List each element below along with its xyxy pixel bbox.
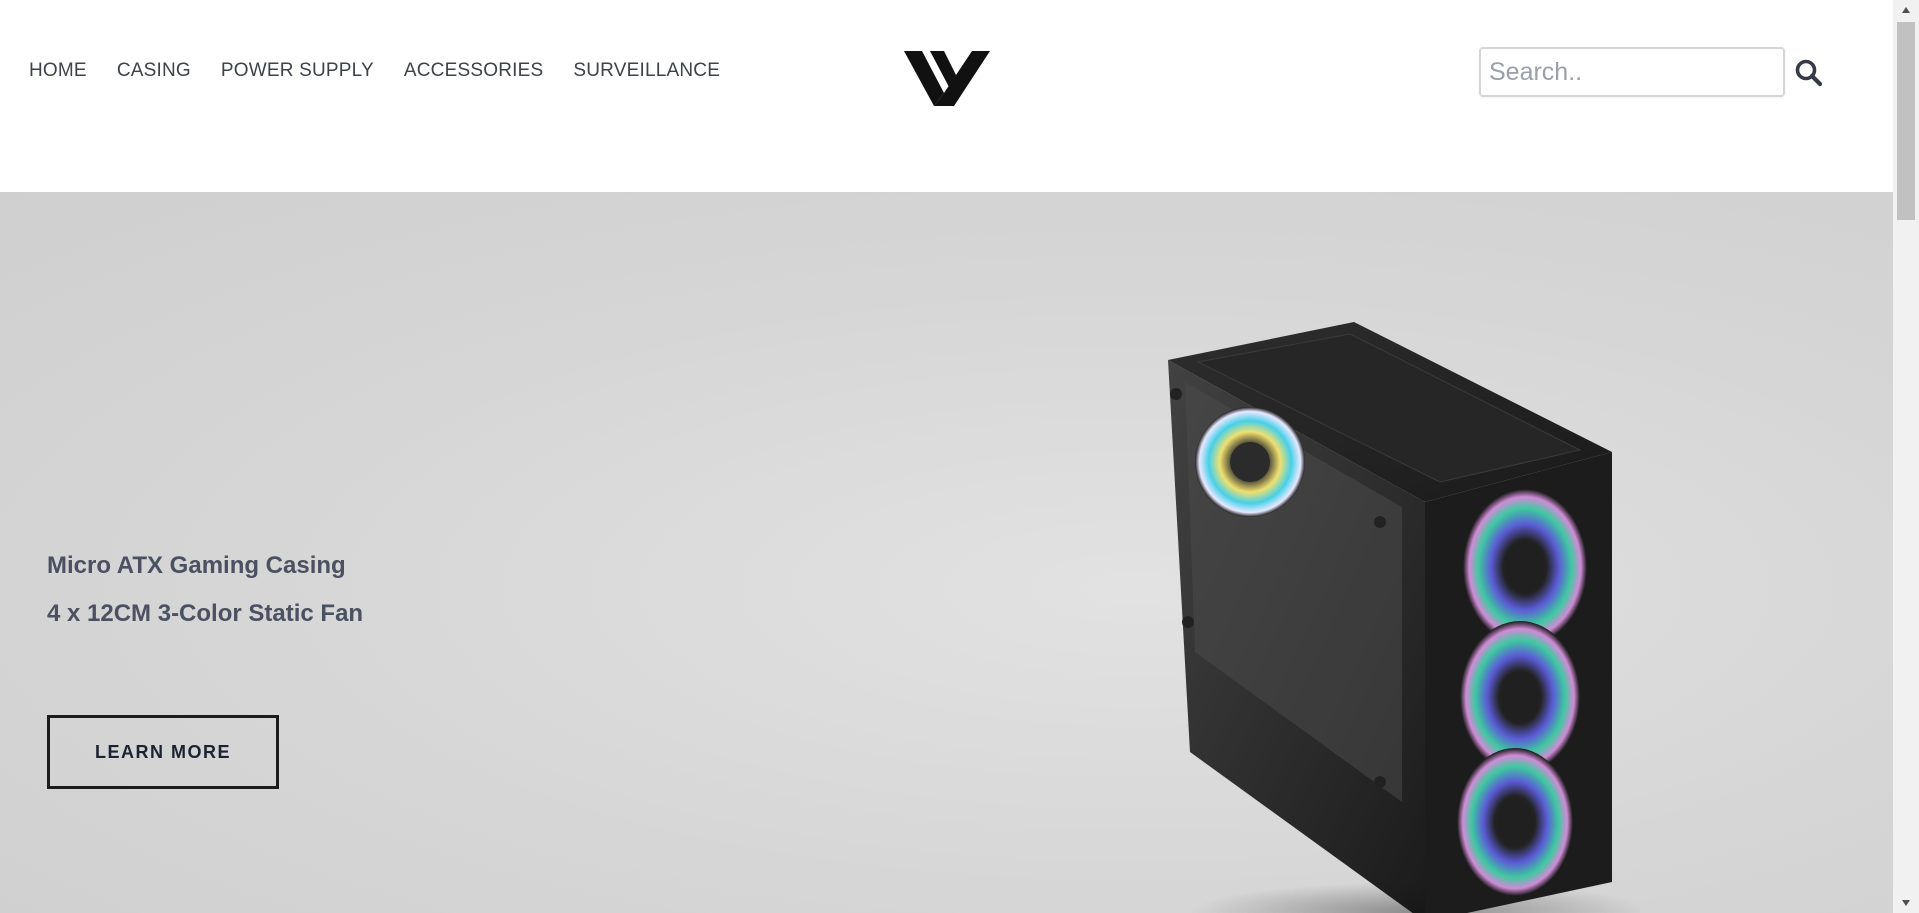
nav-accessories[interactable]: ACCESSORIES: [404, 60, 543, 82]
search-box: [1479, 47, 1823, 97]
vertical-scrollbar[interactable]: [1893, 0, 1919, 913]
hero-subtitle: 4 x 12CM 3-Color Static Fan: [47, 600, 364, 627]
main-nav: HOME CASING POWER SUPPLY ACCESSORIES SUR…: [29, 60, 720, 82]
scrollbar-thumb[interactable]: [1897, 22, 1915, 220]
search-icon[interactable]: [1794, 58, 1824, 88]
scroll-down-arrow-icon[interactable]: [1893, 893, 1919, 913]
hero-banner: Micro ATX Gaming Casing 4 x 12CM 3-Color…: [0, 192, 1893, 913]
nav-casing[interactable]: CASING: [117, 60, 191, 82]
pc-case-product-image: [1168, 322, 1640, 913]
learn-more-button[interactable]: LEARN MORE: [47, 715, 279, 789]
search-input[interactable]: [1479, 47, 1785, 97]
brand-logo-icon[interactable]: [904, 51, 990, 106]
nav-power-supply[interactable]: POWER SUPPLY: [221, 60, 374, 82]
nav-home[interactable]: HOME: [29, 60, 87, 82]
nav-surveillance[interactable]: SURVEILLANCE: [573, 60, 720, 82]
page: HOME CASING POWER SUPPLY ACCESSORIES SUR…: [0, 0, 1893, 913]
hero-title: Micro ATX Gaming Casing: [47, 552, 346, 579]
site-header: HOME CASING POWER SUPPLY ACCESSORIES SUR…: [0, 0, 1893, 192]
scroll-up-arrow-icon[interactable]: [1893, 0, 1919, 20]
